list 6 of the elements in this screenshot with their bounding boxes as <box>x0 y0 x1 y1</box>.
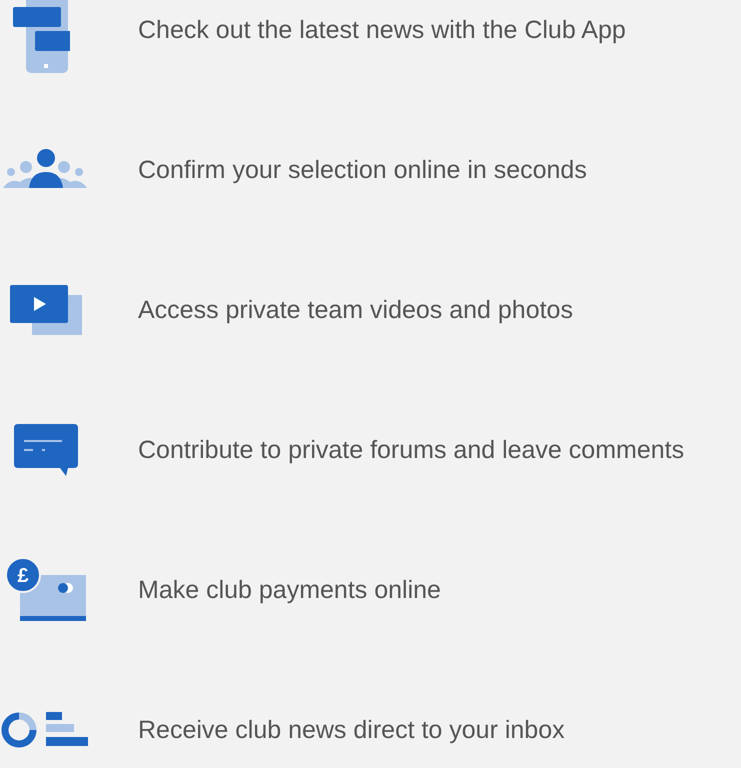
feature-text: Confirm your selection online in seconds <box>138 156 587 184</box>
feature-text: Make club payments online <box>138 576 441 604</box>
feature-text: Contribute to private forums and leave comments <box>138 436 684 464</box>
feature-text: Access private team videos and photos <box>138 296 573 324</box>
feature-text: Receive club news direct to your inbox <box>138 716 565 744</box>
feature-text: Check out the latest news with the Club App <box>138 16 626 44</box>
